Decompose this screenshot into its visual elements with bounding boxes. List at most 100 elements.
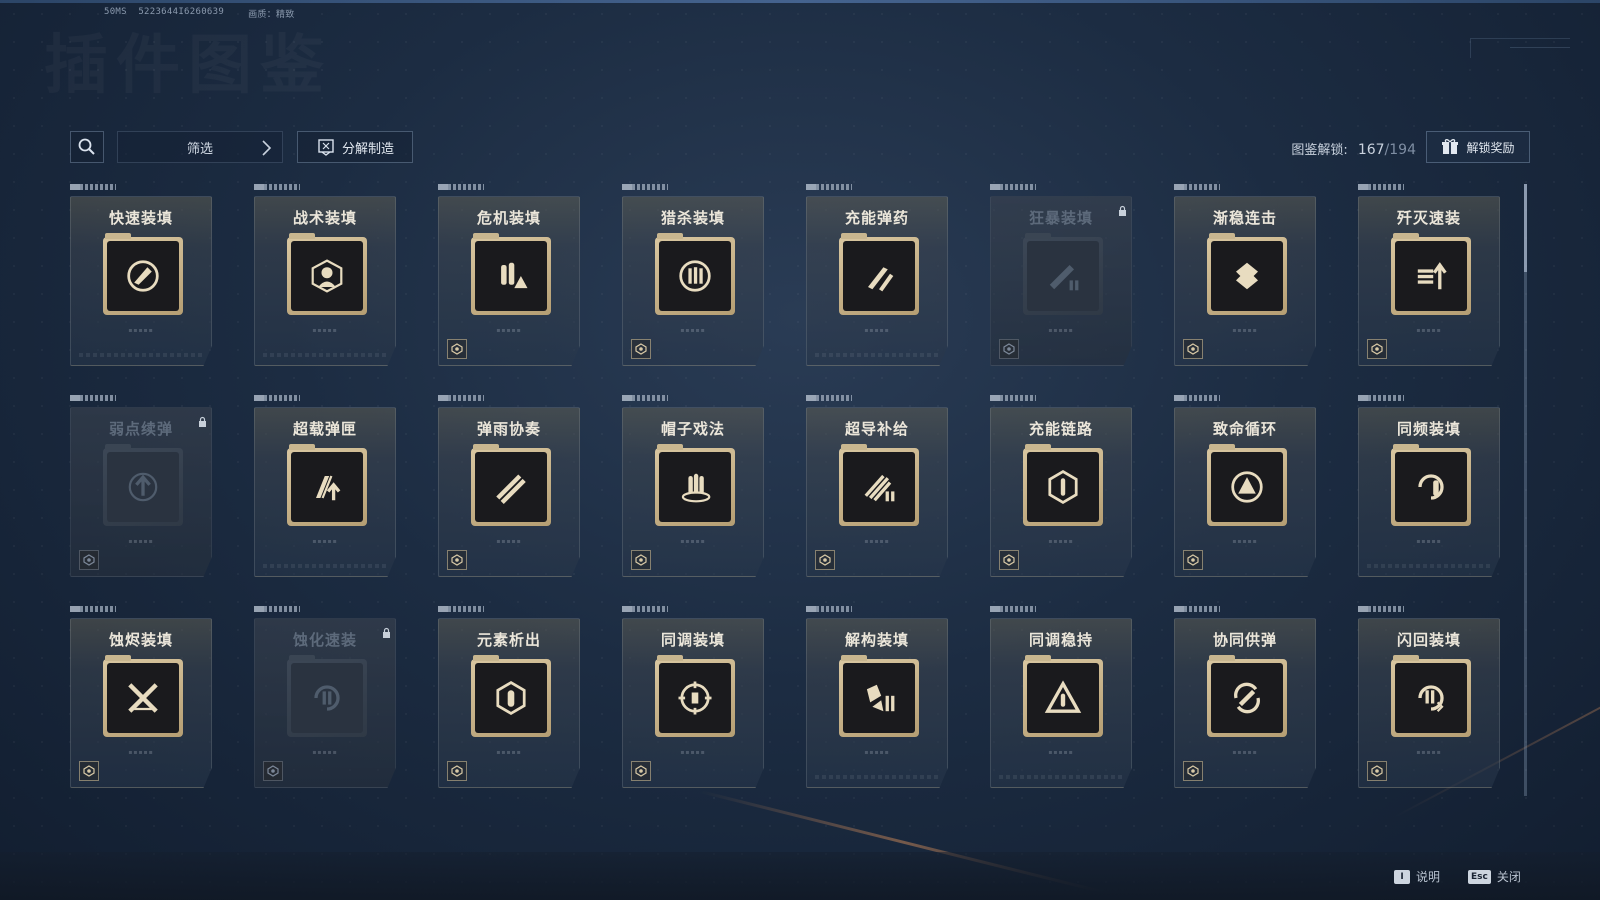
plugin-card[interactable]: 渐稳连击 ▪▪▪▪▪ [1174,184,1316,366]
card-tag [438,395,484,401]
plugin-card[interactable]: 充能弹药 ▪▪▪▪▪ [806,184,948,366]
card-tag [70,606,116,612]
unlock-count: 167/194 [1357,142,1416,158]
hexagon-network-icon [1027,452,1099,522]
plugin-card[interactable]: 蚀烬装填 ▪▪▪▪▪ [70,606,212,788]
card-tag [1358,606,1404,612]
plugin-card[interactable]: 元素析出 ▪▪▪▪▪ [438,606,580,788]
plugin-card[interactable]: 狂暴装填 ▪▪▪▪▪ [990,184,1132,366]
card-stripe-decoration [999,775,1123,779]
scrollbar-thumb[interactable] [1524,184,1527,272]
plugin-card[interactable]: 同调稳持 ▪▪▪▪▪ [990,606,1132,788]
plugin-card[interactable]: 致命循环 ▪▪▪▪▪ [1174,395,1316,577]
plugin-card[interactable]: 危机装填 ▪▪▪▪▪ [438,184,580,366]
plugin-icon-plate [287,444,367,526]
module-badge-icon [447,550,467,570]
plugin-card[interactable]: 协同供弹 ▪▪▪▪▪ [1174,606,1316,788]
card-tag [990,184,1036,190]
plugin-card-title: 歼灭速装 [1396,209,1461,227]
card-serial-decoration: ▪▪▪▪▪ [680,538,706,545]
plugin-card[interactable]: 充能链路 ▪▪▪▪▪ [990,395,1132,577]
plugin-card[interactable]: 弱点续弹 ▪▪▪▪▪ [70,395,212,577]
plugin-card-body: 弱点续弹 ▪▪▪▪▪ [70,407,212,577]
search-button[interactable] [70,131,104,163]
plugin-card-title: 致命循环 [1212,420,1277,438]
filter-dropdown[interactable]: 筛选 [117,131,283,163]
plugin-card-body: 蚀烬装填 ▪▪▪▪▪ [70,618,212,788]
plugin-card-body: 超导补给 ▪▪▪▪▪ [806,407,948,577]
unlock-progress: 图鉴解锁: 167/194 [1291,139,1416,158]
plugin-card[interactable]: 帽子戏法 ▪▪▪▪▪ [622,395,764,577]
plugin-card-body: 致命循环 ▪▪▪▪▪ [1174,407,1316,577]
module-badge-icon [447,761,467,781]
card-tag [1174,184,1220,190]
plugin-icon-plate [1207,655,1287,737]
plugin-card[interactable]: 超导补给 ▪▪▪▪▪ [806,395,948,577]
plugin-card-title: 超导补给 [844,420,909,438]
page-title-watermark: 插件图鉴 [44,14,332,106]
plugin-card[interactable]: 弹雨协奏 ▪▪▪▪▪ [438,395,580,577]
plugin-card[interactable]: 解构装填 ▪▪▪▪▪ [806,606,948,788]
card-tag [254,184,300,190]
lock-icon [382,623,391,642]
plugin-card[interactable]: 猎杀装填 ▪▪▪▪▪ [622,184,764,366]
plugin-card[interactable]: 战术装填 ▪▪▪▪▪ [254,184,396,366]
plugin-card[interactable]: 歼灭速装 ▪▪▪▪▪ [1358,184,1500,366]
dismantle-craft-button[interactable]: 分解制造 [297,131,413,163]
card-stripe-decoration [815,775,939,779]
module-badge-icon [79,761,99,781]
plugin-card[interactable]: 闪回装填 ▪▪▪▪▪ [1358,606,1500,788]
unlock-reward-button[interactable]: 解锁奖励 [1426,131,1530,163]
plugin-card-title: 弹雨协奏 [476,420,541,438]
reward-label: 解锁奖励 [1466,140,1515,155]
module-badge-icon [1367,339,1387,359]
card-serial-decoration: ▪▪▪▪▪ [1048,749,1074,756]
bullet-rain-icon [475,452,547,522]
scrollbar-track[interactable] [1524,184,1527,796]
help-label: 说明 [1416,870,1441,884]
plugin-icon-plate [471,444,551,526]
plugin-card-title: 闪回装填 [1396,631,1461,649]
plugin-icon-plate [103,233,183,315]
help-hint[interactable]: I 说明 [1394,868,1440,885]
cycle-bullets-icon [291,663,363,733]
close-hint[interactable]: Esc 关闭 [1468,868,1521,885]
plugin-icon-plate [655,444,735,526]
plugin-card-body: 歼灭速装 ▪▪▪▪▪ [1358,196,1500,366]
plugin-card-body: 协同供弹 ▪▪▪▪▪ [1174,618,1316,788]
plugin-card[interactable]: 快速装填 ▪▪▪▪▪ [70,184,212,366]
plugin-card[interactable]: 同调装填 ▪▪▪▪▪ [622,606,764,788]
module-badge-icon [631,339,651,359]
card-serial-decoration: ▪▪▪▪▪ [128,749,154,756]
crossed-bullets-icon [107,663,179,733]
plugin-icon-plate [1023,655,1103,737]
card-stripe-decoration [815,353,939,357]
three-bullets-icon [659,452,731,522]
chevrons-star-icon [1211,241,1283,311]
card-serial-decoration: ▪▪▪▪▪ [864,327,890,334]
hex-bullet-icon [475,663,547,733]
card-tag [806,395,852,401]
unlock-label: 图鉴解锁: [1291,143,1348,158]
plugin-card[interactable]: 蚀化速装 ▪▪▪▪▪ [254,606,396,788]
plugin-card-body: 同调装填 ▪▪▪▪▪ [622,618,764,788]
plugin-card[interactable]: 超载弹匣 ▪▪▪▪▪ [254,395,396,577]
rifle-bullets-icon [1027,241,1099,311]
card-serial-decoration: ▪▪▪▪▪ [496,749,522,756]
card-tag [990,395,1036,401]
bullets-warning-icon [475,241,547,311]
card-tag [1174,395,1220,401]
lock-icon [1118,201,1127,220]
craft-icon [318,139,334,156]
plugin-card-body: 猎杀装填 ▪▪▪▪▪ [622,196,764,366]
streaks-bullets-icon [843,452,915,522]
plugin-card-title: 蚀化速装 [292,631,357,649]
plugin-card-body: 战术装填 ▪▪▪▪▪ [254,196,396,366]
top-accent-line [0,0,1600,3]
bottom-bar [0,852,1600,900]
plugin-card[interactable]: 同频装填 ▪▪▪▪▪ [1358,395,1500,577]
plugin-icon-plate [655,233,735,315]
card-serial-decoration: ▪▪▪▪▪ [864,749,890,756]
card-tag [990,606,1036,612]
esc-key: Esc [1468,869,1491,884]
